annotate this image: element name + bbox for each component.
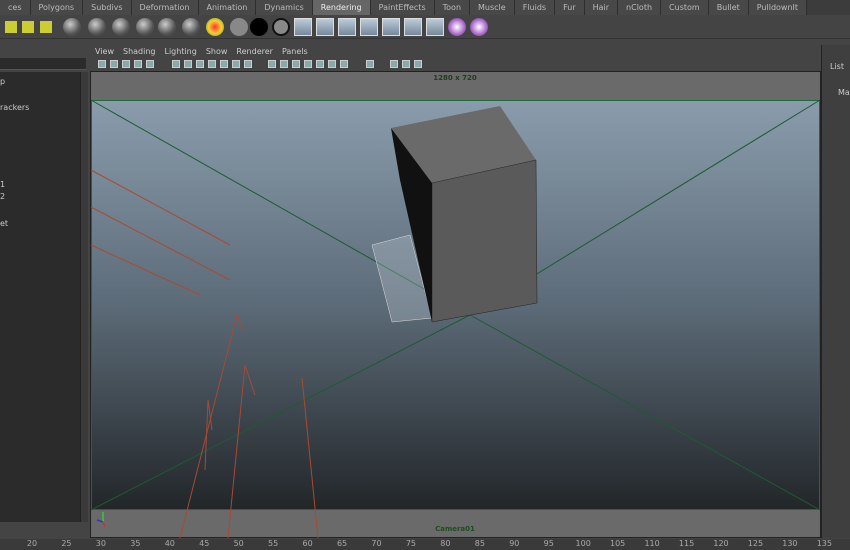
timeline-tick: 55 <box>268 539 279 548</box>
timeline-tick: 85 <box>474 539 485 548</box>
list-menu[interactable]: List <box>830 62 844 71</box>
timeline-tick: 120 <box>713 539 729 548</box>
right-panel: List Ma <box>821 45 850 538</box>
timeline-tick: 90 <box>509 539 520 548</box>
time-slider[interactable]: 20 25 30 35 40 45 50 55 60 65 70 75 80 85 90 95 100 105 11… <box>0 539 850 550</box>
timeline-tick: 115 <box>678 539 695 548</box>
timeline-tick: 105 <box>610 539 626 548</box>
timeline-tick: 35 <box>130 539 141 548</box>
timeline-tick: 125 <box>747 539 764 548</box>
resolution-label: 1280 x 720 <box>433 74 477 82</box>
timeline-tick: 75 <box>405 539 417 548</box>
scene <box>90 99 821 539</box>
timeline-tick: 100 <box>575 539 591 548</box>
timeline-tick: 80 <box>440 539 451 548</box>
timeline-tick: 25 <box>61 539 72 548</box>
timeline-tick: 45 <box>199 539 210 548</box>
timeline-tick: 40 <box>164 539 175 548</box>
timeline-tick: 95 <box>543 539 554 548</box>
timeline-tick: 20 <box>26 539 38 548</box>
timeline-tick: 50 <box>233 539 244 548</box>
tracker-arrows <box>90 169 319 539</box>
timeline-tick: 30 <box>95 539 106 548</box>
timeline-tick: 130 <box>782 539 798 548</box>
timeline-tick: 110 <box>644 539 660 548</box>
timeline-tick: 70 <box>371 539 382 548</box>
timeline-tick: 135 <box>816 539 832 548</box>
timeline-tick: 65 <box>336 539 348 548</box>
right-panel-item: Ma <box>838 88 850 97</box>
camera-name: Camera01 <box>435 525 475 533</box>
timeline-tick: 60 <box>302 539 313 548</box>
